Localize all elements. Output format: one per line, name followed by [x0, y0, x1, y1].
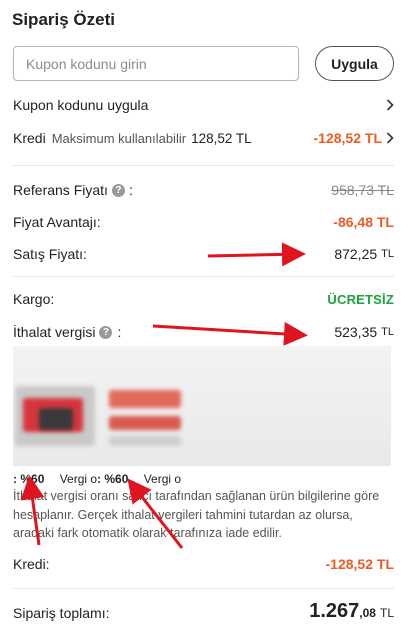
import-tax-description: İthalat vergisi oranı satıcı tarafından …: [13, 489, 380, 540]
apply-coupon-row[interactable]: Kupon kodunu uygula: [13, 94, 394, 116]
shipping-label: Kargo:: [13, 291, 55, 307]
import-tax-colon: :: [117, 324, 122, 340]
blurred-tag: [109, 390, 181, 408]
order-total-currency: TL: [379, 606, 394, 620]
apply-coupon-row-label: Kupon kodunu uygula: [13, 97, 149, 113]
question-mark-icon[interactable]: ?: [99, 325, 113, 339]
reference-price-label: Referans Fiyatı: [13, 182, 108, 198]
reference-price-colon: :: [128, 182, 133, 198]
credit-summary-row: Kredi: -128,52 TL: [13, 553, 394, 575]
chevron-right-icon: [386, 99, 394, 111]
order-total-value: 1.267,08 TL: [309, 600, 394, 623]
order-total-decimal: ,08: [359, 606, 376, 620]
question-mark-icon[interactable]: ?: [111, 183, 125, 197]
order-total-label: Sipariş toplamı:: [13, 605, 110, 621]
import-tax-currency: TL: [381, 326, 394, 338]
sale-price-row: Satış Fiyatı: 872,25 TL: [13, 243, 394, 265]
credit-row[interactable]: Kredi Maksimum kullanılabilir 128,52 TL …: [13, 127, 394, 149]
price-advantage-label: Fiyat Avantajı:: [13, 214, 101, 230]
tax-rate-suffix: Vergi o: [59, 472, 98, 486]
order-total-integer: 1.267: [309, 600, 360, 622]
price-advantage-row: Fiyat Avantajı: -86,48 TL: [13, 211, 394, 233]
credit-summary-label: Kredi:: [13, 556, 50, 572]
tax-rate-value: %60: [104, 472, 129, 486]
sale-price-amount: 872,25: [334, 246, 378, 262]
blurred-tag: [109, 436, 181, 446]
chevron-right-icon: [386, 132, 394, 144]
order-summary-title: Sipariş Özeti: [12, 10, 115, 29]
coupon-code-input[interactable]: [13, 46, 299, 81]
tax-rate-suffix: Vergi o: [143, 472, 182, 486]
blurred-product-image: [39, 408, 73, 430]
import-tax-row: İthalat vergisi ? : 523,35 TL: [13, 321, 394, 343]
blurred-tag: [109, 416, 181, 430]
shipping-free-badge: ÜCRETSİZ: [327, 291, 394, 307]
tax-rate-value: %60: [20, 472, 45, 486]
reference-price-value: 958,73 TL: [331, 182, 394, 198]
credit-summary-value: -128,52 TL: [325, 556, 394, 572]
blurred-tooltip-preview: [13, 346, 391, 466]
price-advantage-value: -86,48 TL: [333, 214, 394, 230]
divider: [13, 165, 394, 166]
tax-rate-tag: : %60 Vergi o: [13, 472, 98, 486]
sale-price-label: Satış Fiyatı:: [13, 246, 87, 262]
credit-max-usable-label: Maksimum kullanılabilir: [51, 130, 187, 146]
divider: [13, 588, 394, 589]
sale-price-currency: TL: [381, 248, 394, 260]
credit-label: Kredi: [13, 130, 46, 146]
import-tax-label: İthalat vergisi: [13, 324, 96, 340]
credit-available-amount: 128,52 TL: [191, 130, 252, 146]
reference-price-row: Referans Fiyatı ? : 958,73 TL: [13, 179, 394, 201]
shipping-row: Kargo: ÜCRETSİZ: [13, 288, 394, 310]
apply-coupon-button[interactable]: Uygula: [315, 46, 394, 81]
import-tax-amount: 523,35: [334, 324, 378, 340]
credit-applied-value: -128,52 TL: [313, 130, 382, 146]
divider: [13, 276, 394, 277]
tax-rate-tag: : %60 Vergi o: [97, 472, 182, 486]
